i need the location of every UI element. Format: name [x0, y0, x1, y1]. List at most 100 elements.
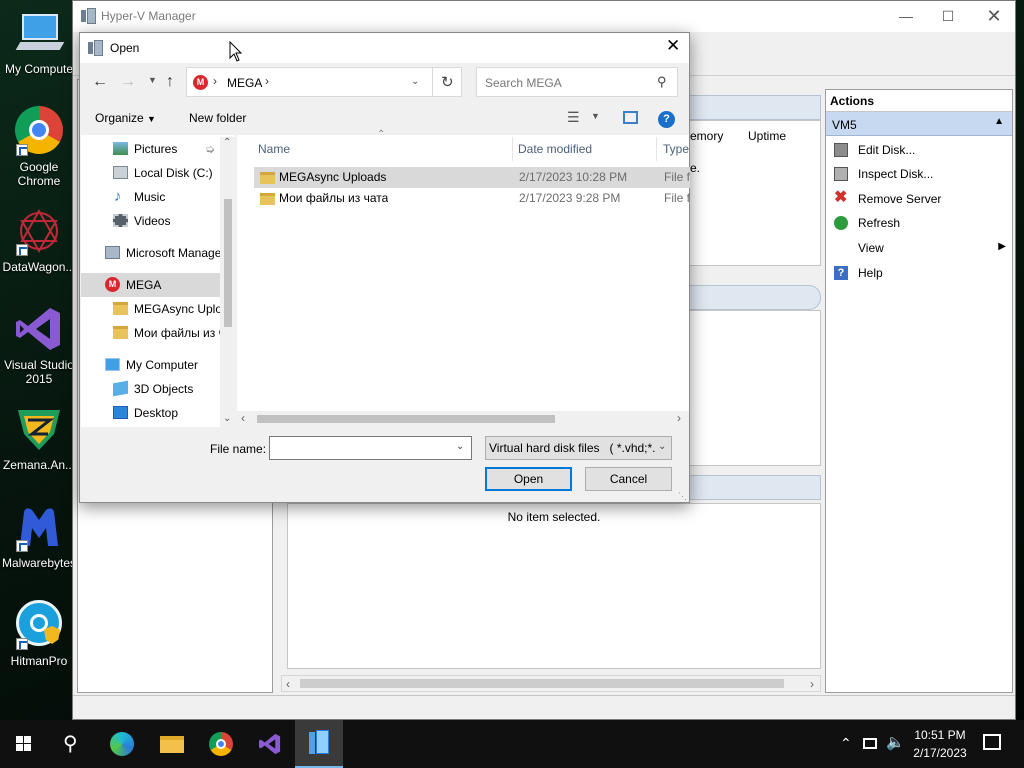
scrollbar-thumb[interactable]	[224, 199, 232, 327]
nav-item-mega[interactable]: M MEGA	[81, 273, 235, 297]
nav-item-local-disk[interactable]: Local Disk (C:)	[81, 161, 221, 185]
clock[interactable]: 10:51 PM 2/17/2023	[908, 726, 972, 762]
close-button[interactable]: ✕	[971, 1, 1017, 32]
column-date-modified[interactable]: Date modified	[518, 137, 592, 161]
nav-item-my-computer[interactable]: My Computer	[81, 353, 221, 377]
desktop-icon-visual-studio[interactable]: Visual Studio 2015	[0, 304, 78, 386]
address-dropdown-icon[interactable]: ⌄	[411, 76, 419, 87]
nav-label: Desktop	[134, 406, 179, 420]
file-name: MEGAsync Uploads	[279, 170, 387, 184]
nav-item-pictures[interactable]: Pictures ➭	[81, 137, 221, 161]
recent-locations-icon[interactable]: ▼	[148, 75, 157, 85]
column-memory[interactable]: emory	[690, 129, 723, 143]
nav-item-desktop[interactable]: Desktop	[81, 401, 221, 425]
actions-group-vm5[interactable]: VM5 ▲	[826, 112, 1012, 136]
cancel-button[interactable]: Cancel	[585, 467, 672, 491]
hyperv-titlebar[interactable]: Hyper-V Manager — ☐ ✕	[73, 1, 1015, 32]
refresh-button[interactable]: ↻	[432, 67, 462, 97]
taskbar-hyperv-manager[interactable]	[295, 720, 343, 768]
file-type-select[interactable]: Virtual hard disk files ( *.vhd;*. ⌄	[485, 436, 672, 460]
dialog-titlebar[interactable]: Open ✕	[80, 33, 689, 63]
action-inspect-disk[interactable]: Inspect Disk...	[826, 164, 1012, 184]
forward-button[interactable]: →	[120, 73, 136, 91]
search-button[interactable]: ⚲	[48, 720, 96, 768]
column-name[interactable]: Name	[258, 137, 290, 161]
column-uptime[interactable]: Uptime	[748, 129, 786, 143]
search-icon[interactable]: ⚲	[657, 74, 667, 90]
search-input[interactable]: Search MEGA ⚲	[476, 67, 678, 97]
view-dropdown-icon[interactable]: ▼	[591, 111, 600, 121]
scrollbar-thumb[interactable]	[300, 679, 784, 688]
breadcrumb-chevron-icon[interactable]: ›	[265, 74, 269, 88]
preview-pane-icon[interactable]	[623, 111, 638, 124]
navigation-scrollbar[interactable]: ⌃ ⌄	[220, 137, 236, 427]
refresh-icon: ↻	[441, 74, 454, 91]
taskbar-chrome[interactable]	[197, 720, 245, 768]
desktop-icon-chrome[interactable]: Google Chrome	[0, 106, 78, 188]
nav-item-megasync-uploads[interactable]: MEGAsync Uplo	[81, 297, 221, 321]
start-button[interactable]	[0, 720, 48, 768]
organize-button[interactable]: Organize ▼	[95, 111, 156, 125]
details-horizontal-scrollbar[interactable]: ‹ ›	[281, 675, 821, 692]
action-edit-disk[interactable]: Edit Disk...	[826, 140, 1012, 160]
file-row-megasync-uploads[interactable]: MEGAsync Uploads 2/17/2023 10:28 PM File…	[254, 167, 690, 188]
address-bar[interactable]: M › MEGA › ⌄	[186, 67, 462, 97]
maximize-button[interactable]: ☐	[925, 1, 971, 32]
file-name-dropdown-icon[interactable]: ⌄	[456, 441, 464, 452]
scroll-right-icon[interactable]: ›	[810, 677, 814, 691]
open-button[interactable]: Open	[485, 467, 572, 491]
column-divider[interactable]	[656, 137, 657, 161]
nav-item-microsoft-management[interactable]: Microsoft Manage	[81, 241, 221, 265]
nav-item-music[interactable]: ♪ Music	[81, 185, 221, 209]
taskbar-file-explorer[interactable]	[148, 720, 196, 768]
action-label: Remove Server	[858, 192, 942, 206]
back-button[interactable]: ←	[92, 73, 108, 91]
show-hidden-icons-button[interactable]: ⌃	[840, 735, 852, 752]
desktop-icon-zemana[interactable]: Zemana.An...	[0, 404, 78, 472]
folder-icon	[160, 736, 184, 753]
videos-icon	[113, 214, 128, 227]
action-remove-server[interactable]: ✖ Remove Server	[826, 189, 1012, 209]
resize-grip-icon[interactable]: ⋱	[678, 491, 687, 502]
new-folder-button[interactable]: New folder	[189, 111, 246, 125]
action-help[interactable]: ? Help	[826, 263, 1012, 283]
scroll-left-icon[interactable]: ‹	[241, 411, 245, 425]
action-view[interactable]: View ▶	[826, 238, 1012, 258]
minimize-button[interactable]: —	[883, 1, 929, 32]
breadcrumb-location[interactable]: MEGA	[227, 76, 262, 90]
desktop-icon-my-computer[interactable]: My Compute	[0, 8, 78, 76]
desktop-icon-malwarebytes[interactable]: Malwarebytes	[0, 502, 78, 570]
nav-item-chat-files[interactable]: Мои файлы из ч	[81, 321, 221, 345]
pin-icon[interactable]: ➭	[205, 137, 215, 161]
nav-item-3d-objects[interactable]: 3D Objects	[81, 377, 221, 401]
collapse-up-icon[interactable]: ▲	[994, 116, 1004, 127]
action-label: View	[858, 241, 884, 255]
file-row-chat-files[interactable]: Мои файлы из чата 2/17/2023 9:28 PM File…	[254, 188, 690, 209]
scrollbar-thumb[interactable]	[257, 415, 555, 423]
action-refresh[interactable]: Refresh	[826, 213, 1012, 233]
file-list-horizontal-scrollbar[interactable]: ‹ ›	[237, 411, 689, 427]
scroll-right-icon[interactable]: ›	[677, 411, 681, 425]
scroll-left-icon[interactable]: ‹	[286, 677, 290, 691]
nav-item-videos[interactable]: Videos	[81, 209, 221, 233]
file-name-input[interactable]: ⌄	[269, 436, 472, 460]
navigation-pane[interactable]: Pictures ➭ Local Disk (C:) ♪ Music Video…	[81, 135, 235, 427]
desktop-icon-datawagon[interactable]: DataWagon...	[0, 206, 78, 274]
desktop-icon-hitmanpro[interactable]: HitmanPro	[0, 600, 78, 668]
help-icon[interactable]: ?	[658, 111, 675, 128]
column-type[interactable]: Type	[663, 137, 689, 161]
edge-icon	[110, 732, 134, 756]
view-options-icon[interactable]: ☰	[567, 109, 580, 126]
scroll-up-icon[interactable]: ⌃	[223, 137, 231, 148]
taskbar-edge[interactable]	[98, 720, 146, 768]
network-icon[interactable]	[863, 738, 877, 749]
disk-icon	[113, 166, 128, 179]
volume-icon[interactable]: 🔈	[886, 733, 905, 751]
notification-center-icon[interactable]	[983, 734, 1001, 750]
taskbar-visual-studio[interactable]	[246, 720, 294, 768]
dialog-title: Open	[110, 41, 140, 55]
up-folder-button[interactable]: ↑	[166, 73, 174, 91]
scroll-down-icon[interactable]: ⌄	[223, 413, 231, 424]
dialog-close-button[interactable]: ✕	[666, 36, 680, 56]
column-divider[interactable]	[512, 137, 513, 161]
